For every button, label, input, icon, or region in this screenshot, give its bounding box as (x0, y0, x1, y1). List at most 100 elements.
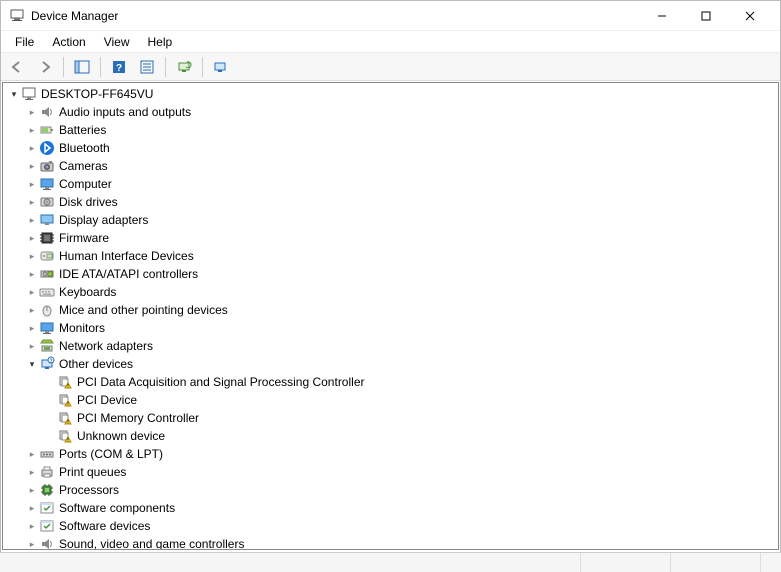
tree-root-row[interactable]: ▾ DESKTOP-FF645VU (7, 85, 778, 103)
expand-icon[interactable]: ▸ (25, 249, 39, 263)
expand-icon[interactable]: ▸ (25, 465, 39, 479)
tree-category-label: Cameras (59, 157, 108, 175)
expand-icon[interactable]: ▸ (25, 483, 39, 497)
tree-category-row[interactable]: ▸ Sound, video and game controllers (25, 535, 778, 550)
tree-category-label: Human Interface Devices (59, 247, 194, 265)
tree-category-row[interactable]: ▸Computer (25, 175, 778, 193)
expand-icon[interactable]: ▸ (25, 285, 39, 299)
tree-category-row[interactable]: ▸ Keyboards (25, 283, 778, 301)
tree-category-row[interactable]: ▾ Other devices (25, 355, 778, 373)
tree-category-label: Audio inputs and outputs (59, 103, 191, 121)
show-hide-tree-button[interactable] (70, 56, 94, 78)
tree-category-row[interactable]: ▸Firmware (25, 229, 778, 247)
tree-category-row[interactable]: ▸ IDE ATA/ATAPI controllers (25, 265, 778, 283)
expand-icon[interactable]: ▸ (25, 321, 39, 335)
tree-category-label: Monitors (59, 319, 105, 337)
collapse-icon[interactable]: ▾ (25, 357, 39, 371)
tree-device-row[interactable]: PCI Device (43, 391, 778, 409)
device-tree[interactable]: ▾DESKTOP-FF645VU▸Audio inputs and output… (3, 83, 778, 550)
expand-icon[interactable]: ▸ (25, 159, 39, 173)
maximize-button[interactable] (684, 2, 728, 30)
menu-help[interactable]: Help (140, 33, 181, 51)
tree-category: ▸ Cameras (25, 157, 778, 175)
expand-icon[interactable]: ▸ (25, 105, 39, 119)
menu-file[interactable]: File (7, 33, 42, 51)
tree-root-label: DESKTOP-FF645VU (41, 85, 153, 103)
tree-category-row[interactable]: ▸ Audio inputs and outputs (25, 103, 778, 121)
expand-icon[interactable]: ▸ (25, 519, 39, 533)
expand-icon[interactable]: ▸ (25, 123, 39, 137)
port-icon (39, 446, 55, 462)
tree-category-label: Mice and other pointing devices (59, 301, 228, 319)
devicemanager-app-icon (9, 8, 25, 24)
menu-view[interactable]: View (96, 33, 138, 51)
toolbar: ? (1, 53, 780, 81)
keyboard-icon (39, 284, 55, 300)
tree-device-row[interactable]: Unknown device (43, 427, 778, 445)
tree-category-row[interactable]: ▸Print queues (25, 463, 778, 481)
expand-icon[interactable]: ▸ (25, 267, 39, 281)
status-cell (671, 553, 761, 572)
tree-category: ▸ Human Interface Devices (25, 247, 778, 265)
expand-icon[interactable]: ▸ (25, 195, 39, 209)
warning-device-icon (57, 392, 73, 408)
expand-icon[interactable]: ▸ (25, 177, 39, 191)
tree-category-row[interactable]: ▸ Processors (25, 481, 778, 499)
tree-category-row[interactable]: ▸ Mice and other pointing devices (25, 301, 778, 319)
tree-category-row[interactable]: ▸Batteries (25, 121, 778, 139)
tree-category-label: Sound, video and game controllers (59, 535, 244, 550)
scan-hardware-button[interactable] (172, 56, 196, 78)
close-button[interactable] (728, 2, 772, 30)
collapse-icon[interactable]: ▾ (7, 87, 21, 101)
toolbar-separator (63, 57, 64, 77)
speaker-icon (39, 104, 55, 120)
ide-icon (39, 266, 55, 282)
tree-category-label: IDE ATA/ATAPI controllers (59, 265, 198, 283)
minimize-button[interactable] (640, 2, 684, 30)
expand-icon[interactable]: ▸ (25, 501, 39, 515)
tree-device-row[interactable]: PCI Data Acquisition and Signal Processi… (43, 373, 778, 391)
tree-category-row[interactable]: ▸ Cameras (25, 157, 778, 175)
software-icon (39, 518, 55, 534)
tree-category-row[interactable]: ▸ Monitors (25, 319, 778, 337)
tree-category: ▸Print queues (25, 463, 778, 481)
expand-icon[interactable]: ▸ (25, 231, 39, 245)
monitor-icon (39, 320, 55, 336)
tree-category-row[interactable]: ▸ Human Interface Devices (25, 247, 778, 265)
other-icon (39, 356, 55, 372)
expand-icon[interactable]: ▸ (25, 447, 39, 461)
add-legacy-hardware-button[interactable] (209, 56, 233, 78)
properties-button[interactable] (135, 56, 159, 78)
tree-category-label: Processors (59, 481, 119, 499)
hid-icon (39, 248, 55, 264)
tree-category-label: Other devices (59, 355, 133, 373)
expand-icon[interactable]: ▸ (25, 339, 39, 353)
tree-device-row[interactable]: PCI Memory Controller (43, 409, 778, 427)
tree-category-row[interactable]: ▸Ports (COM & LPT) (25, 445, 778, 463)
window-controls (640, 2, 772, 30)
printer-icon (39, 464, 55, 480)
tree-category-label: Keyboards (59, 283, 116, 301)
disk-icon (39, 194, 55, 210)
tree-category-row[interactable]: ▸ Network adapters (25, 337, 778, 355)
svg-text:?: ? (116, 63, 122, 74)
tree-category-label: Disk drives (59, 193, 118, 211)
expand-icon[interactable]: ▸ (25, 141, 39, 155)
help-button[interactable]: ? (107, 56, 131, 78)
tree-category-row[interactable]: ▸Display adapters (25, 211, 778, 229)
expand-icon[interactable]: ▸ (25, 213, 39, 227)
tree-category-label: Network adapters (59, 337, 153, 355)
expander-placeholder (43, 429, 57, 443)
forward-button[interactable] (33, 56, 57, 78)
tree-category-row[interactable]: ▸ Disk drives (25, 193, 778, 211)
tree-category-row[interactable]: ▸Bluetooth (25, 139, 778, 157)
menu-action[interactable]: Action (44, 33, 93, 51)
expand-icon[interactable]: ▸ (25, 537, 39, 550)
expand-icon[interactable]: ▸ (25, 303, 39, 317)
back-button[interactable] (5, 56, 29, 78)
expander-placeholder (43, 375, 57, 389)
tree-category-row[interactable]: ▸Software devices (25, 517, 778, 535)
tree-category-row[interactable]: ▸Software components (25, 499, 778, 517)
tree-device-label: PCI Data Acquisition and Signal Processi… (77, 373, 364, 391)
status-cell (0, 553, 581, 572)
